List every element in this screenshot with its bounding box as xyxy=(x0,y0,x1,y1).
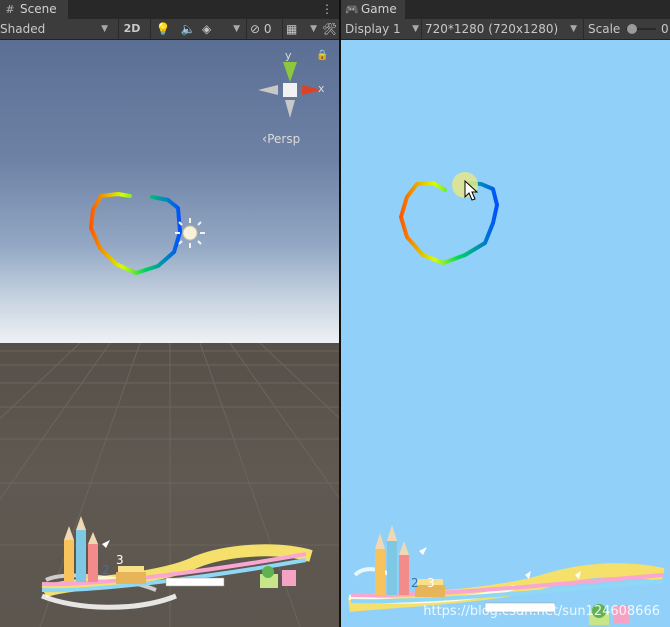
grid-icon: # xyxy=(5,3,15,16)
display-label: Display 1 xyxy=(345,22,401,36)
scale-slider[interactable] xyxy=(626,19,656,39)
game-viewport[interactable]: 2 3 https://blog.csdn.net/sun124608666 xyxy=(341,40,670,627)
grid-toggle[interactable]: ▦ ▼ xyxy=(282,19,319,39)
lock-icon[interactable]: 🔒 xyxy=(316,50,328,61)
hidden-objects-toggle[interactable]: ⊘ 0 xyxy=(246,19,279,39)
projection-label: Persp xyxy=(267,132,301,146)
eye-slash-icon: ⊘ xyxy=(250,22,261,36)
audio-toggle[interactable]: 🔈 xyxy=(176,19,200,39)
tab-game[interactable]: 🎮 Game xyxy=(341,0,405,19)
toggle-2d-button[interactable]: 2D xyxy=(118,19,145,39)
game-tab-label: Game xyxy=(361,2,397,16)
svg-text:2: 2 xyxy=(102,563,110,577)
scene-tab-bar: # Scene ⋮ xyxy=(0,0,339,20)
gizmo-x-label: x xyxy=(318,82,325,95)
scale-label: Scale xyxy=(588,22,621,36)
shading-mode-dropdown[interactable]: Shaded ▼ xyxy=(0,19,112,39)
gamepad-icon: 🎮 xyxy=(345,3,359,16)
line-renderer-stroke xyxy=(89,192,182,275)
display-dropdown[interactable]: Display 1 ▼ xyxy=(345,19,419,39)
resolution-label: 720*1280 (720x1280) xyxy=(425,22,559,36)
line-renderer-stroke xyxy=(399,181,499,265)
effects-icon: ◈ xyxy=(202,22,212,36)
game-panel: 🎮 Game Display 1 ▼ 720*1280 (720x1280) ▼ … xyxy=(341,0,670,627)
effects-dropdown[interactable]: ◈ ▼ xyxy=(202,19,242,39)
tools-button[interactable]: 🛠 xyxy=(322,19,339,39)
dropdown-arrow-icon: ▼ xyxy=(310,24,317,34)
gizmo-y-label: y xyxy=(285,49,292,62)
scene-viewport[interactable]: y x 🔒 ‹Persp 2 3 xyxy=(0,40,339,627)
projection-toggle[interactable]: ‹Persp xyxy=(262,132,300,147)
lighting-toggle[interactable]: 💡 xyxy=(150,19,175,39)
game-tab-bar: 🎮 Game xyxy=(341,0,670,20)
tab-scene[interactable]: # Scene xyxy=(0,0,68,19)
decorative-illustration: 2 3 xyxy=(41,516,313,610)
slider-thumb[interactable] xyxy=(627,24,637,34)
grid-icon: ▦ xyxy=(286,22,298,36)
vertical-ellipsis-icon[interactable]: ⋮ xyxy=(321,2,333,16)
directional-light-icon[interactable] xyxy=(174,217,206,249)
scene-panel: # Scene ⋮ Shaded ▼ 2D 💡 🔈 ◈ ▼ ⊘ 0 ▦ ▼ 🛠 … xyxy=(0,0,339,627)
speaker-icon: 🔈 xyxy=(180,22,196,36)
mouse-cursor-icon xyxy=(464,180,479,201)
svg-text:3: 3 xyxy=(427,576,435,590)
shading-mode-label: Shaded xyxy=(0,22,46,36)
game-toolbar: Display 1 ▼ 720*1280 (720x1280) ▼ Scale … xyxy=(341,19,670,40)
dropdown-arrow-icon: ▼ xyxy=(101,24,108,34)
toggle-2d-label: 2D xyxy=(123,22,141,35)
hidden-count: 0 xyxy=(263,22,272,36)
scene-toolbar: Shaded ▼ 2D 💡 🔈 ◈ ▼ ⊘ 0 ▦ ▼ 🛠 xyxy=(0,19,339,40)
svg-text:2: 2 xyxy=(411,576,419,590)
watermark-text: https://blog.csdn.net/sun124608666 xyxy=(423,604,660,619)
dropdown-arrow-icon: ▼ xyxy=(233,24,240,34)
dropdown-arrow-icon: ▼ xyxy=(412,24,419,34)
dropdown-arrow-icon: ▼ xyxy=(570,24,577,34)
svg-text:3: 3 xyxy=(116,553,124,567)
wrench-icon: 🛠 xyxy=(322,22,338,36)
lightbulb-icon: 💡 xyxy=(155,22,171,36)
scale-value: 0 xyxy=(661,22,669,36)
scene-tab-label: Scene xyxy=(20,2,57,16)
resolution-dropdown[interactable]: 720*1280 (720x1280) ▼ xyxy=(421,19,579,39)
